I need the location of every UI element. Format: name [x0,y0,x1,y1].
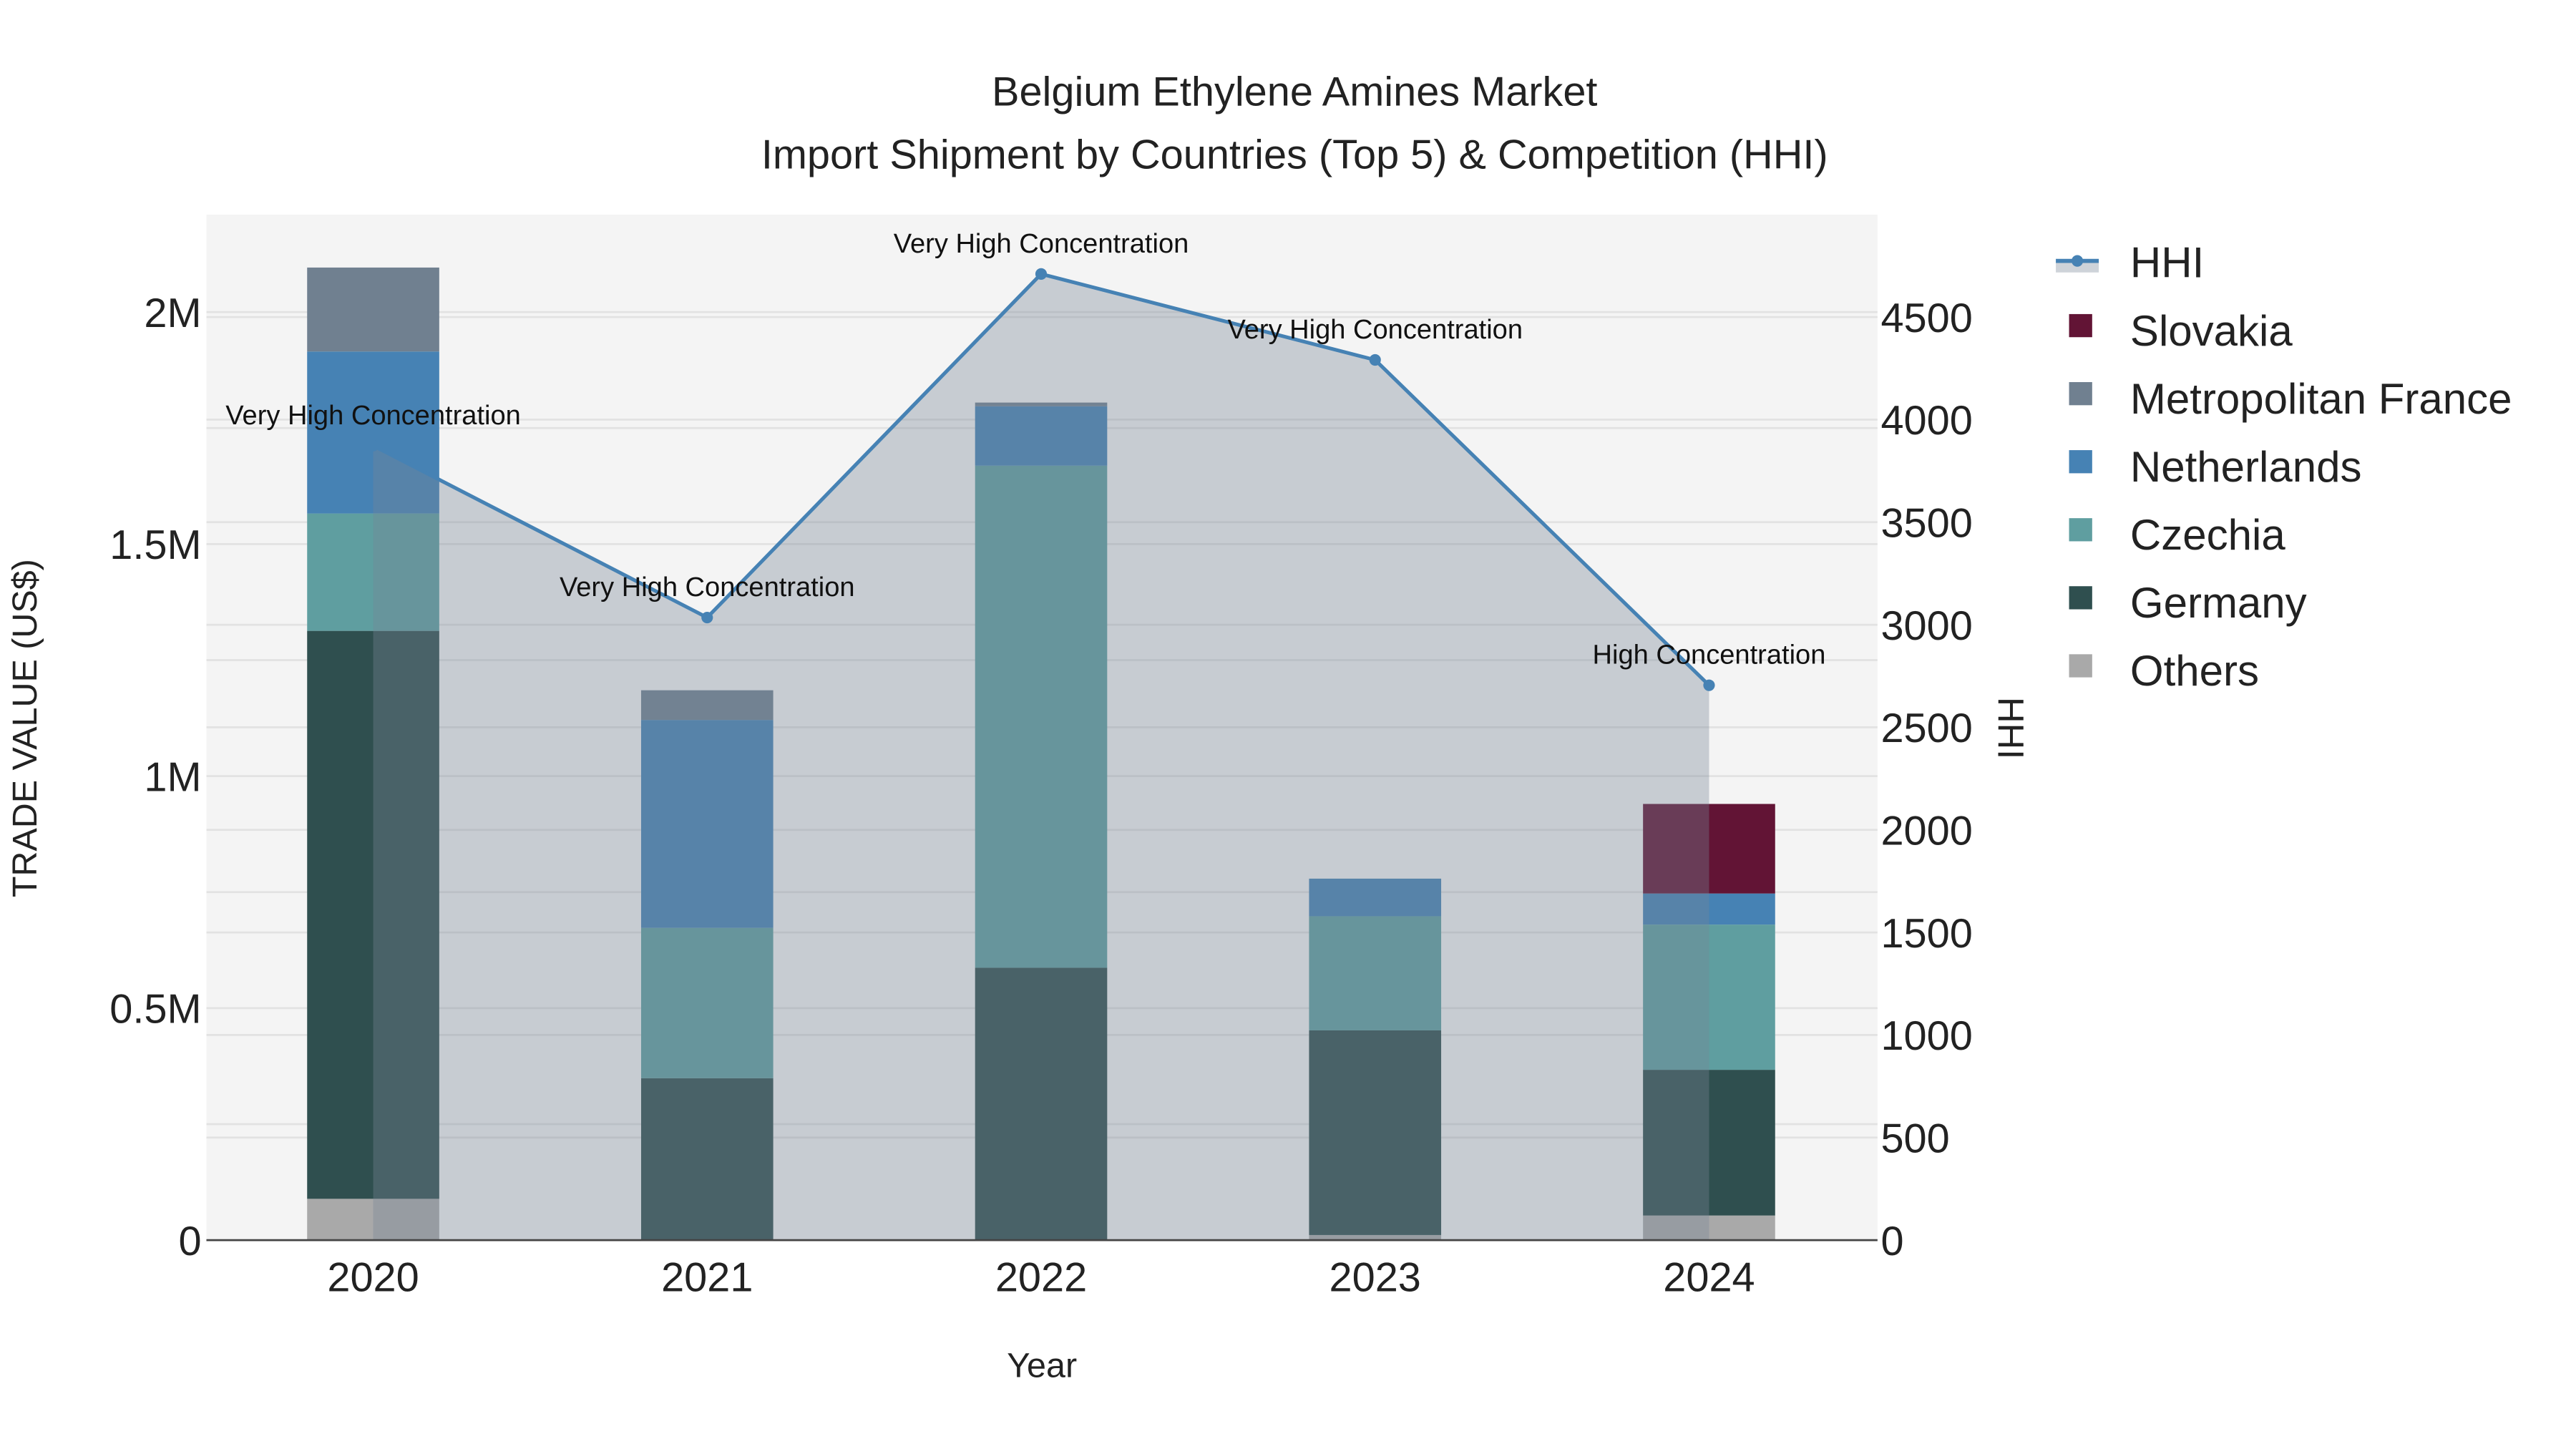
legend: HHI Slovakia Metropolitan France Netherland… [2056,239,2512,695]
legend-label: Czechia [2130,511,2285,559]
legend-swatch [2069,313,2092,338]
y-tick-label: 1.5M [109,522,201,568]
chart-title-line2: Import Shipment by Countries (Top 5) & C… [761,132,1828,177]
x-tick-label-2022: 2022 [995,1255,1087,1301]
x-tick-label-2023: 2023 [1330,1255,1421,1301]
legend-label: Slovakia [2130,307,2293,355]
y2-tick-label: 2000 [1880,809,1972,854]
legend-marker-icon [2072,255,2084,267]
y2-tick-label: 4500 [1880,296,1972,341]
hhi-point-2021 [701,611,713,624]
y2-tick-label: 3500 [1880,501,1972,547]
legend-item-others[interactable]: Others [2069,647,2259,695]
y2-tick-label: 4000 [1880,398,1972,444]
x-tick-label-2024: 2024 [1663,1255,1755,1301]
hhi-point-2022 [1035,268,1048,280]
legend-swatch [2069,450,2092,474]
legend-label: HHI [2130,239,2204,287]
x-tick-label-2020: 2020 [327,1255,419,1301]
legend-swatch [2069,518,2092,542]
y2-tick-label: 1500 [1880,911,1972,957]
y2-tick-label: 2500 [1880,706,1972,751]
legend-item-hhi[interactable]: HHI [2056,239,2204,287]
y-tick-label: 0 [178,1219,201,1264]
legend-item-germany[interactable]: Germany [2069,579,2307,627]
hhi-annotation-2020: Very High Concentration [225,401,521,431]
y-tick-label: 0.5M [109,987,201,1033]
y-tick-label: 1M [144,754,201,800]
hhi-point-2023 [1369,353,1381,366]
y-tick-label: 2M [144,291,201,336]
legend-label: Germany [2130,579,2307,627]
hhi-annotation-2022: Very High Concentration [894,229,1189,259]
y2-axis-title: HHI [1990,697,2031,759]
legend-item-czechia[interactable]: Czechia [2069,511,2286,559]
legend-item-slovakia[interactable]: Slovakia [2069,307,2293,355]
legend-item-metropolitan-france[interactable]: Metropolitan France [2069,375,2512,423]
chart-title-line1: Belgium Ethylene Amines Market [992,69,1597,115]
legend-swatch [2069,654,2092,678]
legend-item-netherlands[interactable]: Netherlands [2069,443,2362,491]
chart: Very High Concentration Very High Concent… [6,69,2512,1385]
legend-swatch [2069,586,2092,610]
y2-tick-label: 0 [1880,1219,1903,1264]
y2-tick-label: 500 [1880,1116,1949,1162]
y2-tick-label: 1000 [1880,1013,1972,1059]
bar-metropolitan-france-2020 [307,267,439,352]
y-axis-title: TRADE VALUE (US$) [6,559,44,897]
legend-swatch [2069,382,2092,406]
hhi-point-2020 [367,439,379,452]
x-tick-label-2021: 2021 [661,1255,753,1301]
legend-label: Metropolitan France [2130,375,2512,423]
hhi-annotation-2021: Very High Concentration [560,572,855,602]
x-axis-title: Year [1007,1347,1077,1385]
legend-label: Netherlands [2130,443,2362,491]
hhi-annotation-2023: Very High Concentration [1227,315,1523,345]
legend-label: Others [2130,647,2259,695]
hhi-annotation-2024: High Concentration [1593,640,1826,670]
hhi-point-2024 [1703,679,1715,691]
y2-tick-label: 3000 [1880,603,1972,649]
